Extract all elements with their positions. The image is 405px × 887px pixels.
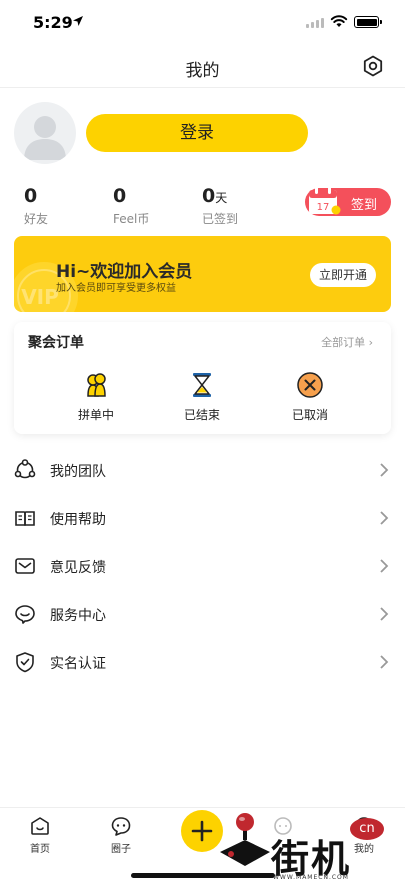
stat-value: 0 xyxy=(24,185,38,207)
chevron-right-icon xyxy=(380,607,389,621)
checkin-label: 签到 xyxy=(350,198,377,213)
shield-check-icon xyxy=(16,652,34,673)
stat-feel-coins[interactable]: 0 Feel币 xyxy=(113,185,149,227)
menu-item-feedback[interactable]: 意见反馈 xyxy=(0,543,405,591)
calendar-icon: 17 xyxy=(309,187,341,215)
help-book-icon xyxy=(15,511,35,526)
nav-bar: 我的 xyxy=(0,44,405,88)
menu-label: 服务中心 xyxy=(50,608,106,624)
feedback-mail-icon xyxy=(15,558,35,574)
orders-title: 聚会订单 xyxy=(28,335,84,351)
all-orders-link[interactable]: 全部订单 › xyxy=(321,334,373,350)
calendar-day: 17 xyxy=(317,202,330,213)
stat-friends[interactable]: 0 好友 xyxy=(24,185,48,227)
watermark-badge: cn xyxy=(350,818,384,840)
vip-subtitle: 加入会员即可享受更多权益 xyxy=(56,283,176,294)
tab-circle[interactable]: 圈子 xyxy=(91,816,151,855)
watermark-url: WWW.MAMECN.COM xyxy=(273,874,349,881)
stat-label: Feel币 xyxy=(113,212,150,226)
team-icon xyxy=(14,459,36,479)
tab-label: 首页 xyxy=(30,844,50,855)
stat-label: 好友 xyxy=(24,212,49,226)
chevron-right-icon xyxy=(380,463,389,477)
wifi-icon xyxy=(330,15,348,27)
menu-label: 我的团队 xyxy=(50,464,106,480)
status-time: 5:29 xyxy=(33,13,73,32)
menu-item-service[interactable]: 服务中心 xyxy=(0,591,405,639)
order-status-ended[interactable]: 已结束 xyxy=(172,370,232,423)
home-indicator xyxy=(131,873,275,878)
service-chat-icon xyxy=(15,605,35,624)
order-status-label: 已结束 xyxy=(183,408,220,422)
joystick-logo-icon xyxy=(220,813,270,866)
stat-label: 已签到 xyxy=(202,212,239,226)
menu-label: 意见反馈 xyxy=(50,560,106,576)
stat-value: 0 xyxy=(113,185,127,207)
menu-label: 使用帮助 xyxy=(50,512,106,528)
hourglass-icon xyxy=(193,373,211,397)
tab-label: 圈子 xyxy=(111,844,131,855)
page-title: 我的 xyxy=(185,61,220,81)
orders-card: 聚会订单 全部订单 › 拼单中 已结束 已取消 xyxy=(14,322,391,434)
cancel-circle-icon xyxy=(297,372,323,398)
order-status-pending[interactable]: 拼单中 xyxy=(66,370,126,423)
circle-chat-icon xyxy=(111,817,131,836)
order-status-label: 已取消 xyxy=(291,408,328,422)
menu-item-team[interactable]: 我的团队 xyxy=(0,447,405,495)
vip-banner[interactable]: VIP Hi~欢迎加入会员 加入会员即可享受更多权益 立即开通 xyxy=(14,236,391,312)
group-people-icon xyxy=(87,373,106,397)
menu-item-verification[interactable]: 实名认证 xyxy=(0,639,405,687)
status-bar: 5:29 xyxy=(0,0,405,44)
cellular-signal-icon xyxy=(306,18,326,28)
vip-open-button[interactable]: 立即开通 xyxy=(310,263,376,287)
stat-value: 0 xyxy=(202,185,216,207)
order-status-cancelled[interactable]: 已取消 xyxy=(280,370,340,423)
home-icon xyxy=(31,817,49,835)
battery-icon xyxy=(354,16,382,28)
chevron-right-icon xyxy=(380,655,389,669)
chevron-right-icon xyxy=(380,559,389,573)
menu-item-help[interactable]: 使用帮助 xyxy=(0,495,405,543)
default-avatar-icon xyxy=(24,116,66,160)
vip-badge-text: VIP xyxy=(21,285,59,309)
checkin-button[interactable]: 17 签到 xyxy=(305,187,391,216)
avatar[interactable] xyxy=(14,102,76,164)
location-arrow-icon xyxy=(73,16,83,26)
stat-checked-in[interactable]: 0天 已签到 xyxy=(202,185,238,227)
chevron-right-icon xyxy=(380,511,389,525)
menu-label: 实名认证 xyxy=(50,656,106,672)
settings-icon[interactable] xyxy=(361,54,385,78)
login-button[interactable]: 登录 xyxy=(86,114,308,152)
stat-unit: 天 xyxy=(215,191,228,205)
tab-home[interactable]: 首页 xyxy=(10,816,70,855)
order-status-label: 拼单中 xyxy=(77,408,114,422)
